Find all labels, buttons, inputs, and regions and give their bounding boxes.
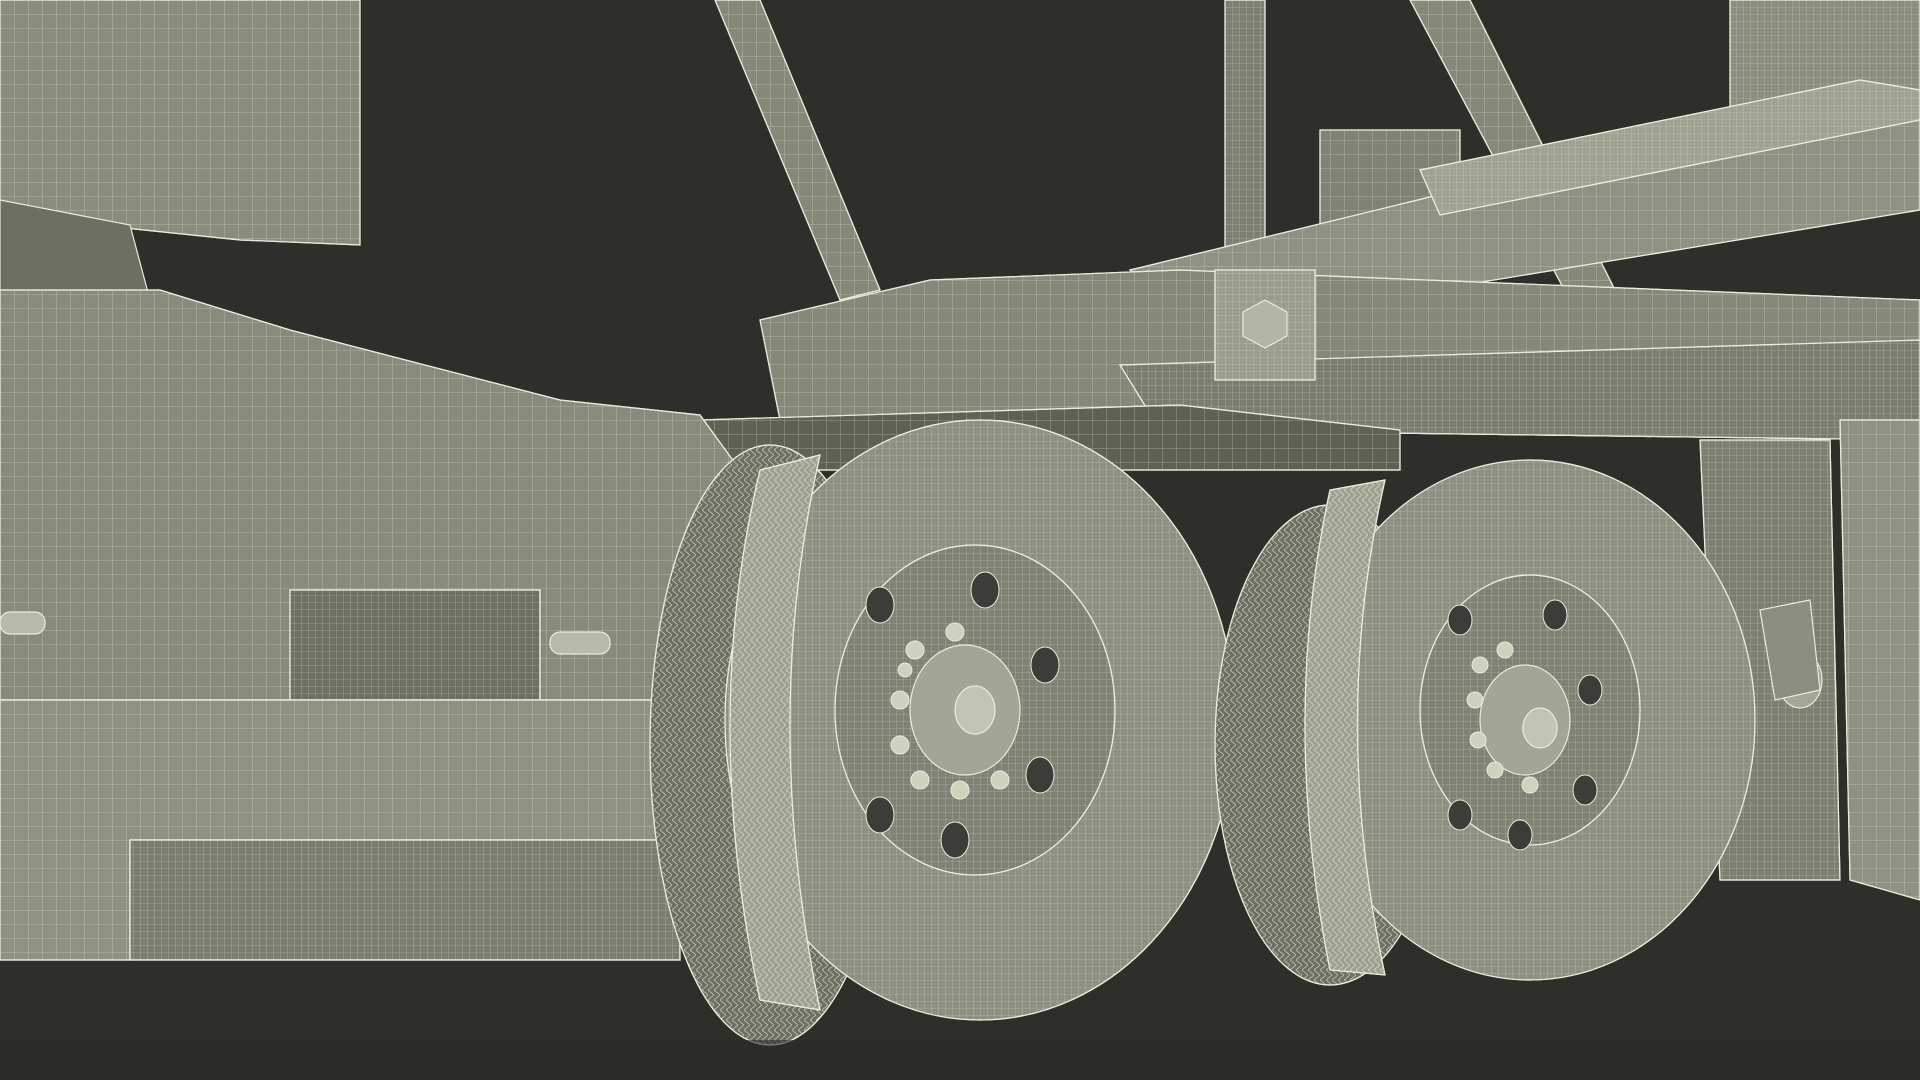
rear-wheel-back <box>1214 459 1756 986</box>
marker-light <box>549 631 611 655</box>
truck-wireframe-render <box>0 0 1920 1080</box>
marker-light <box>0 611 46 635</box>
ground-shadow <box>0 1040 1920 1080</box>
